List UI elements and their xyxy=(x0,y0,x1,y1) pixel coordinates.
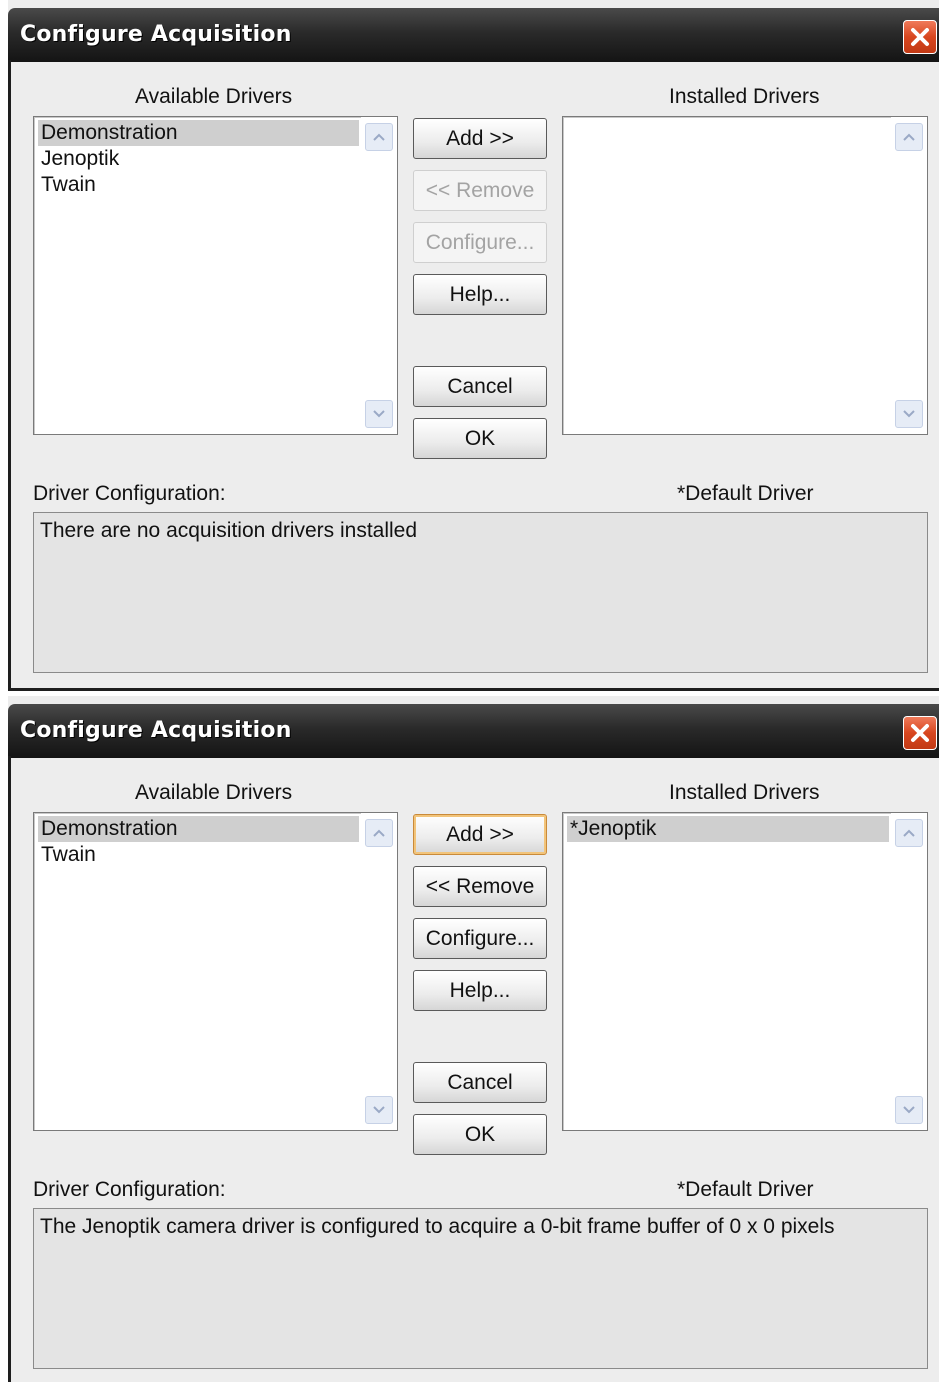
chevron-up-icon xyxy=(903,133,915,141)
chevron-down-icon xyxy=(903,1106,915,1114)
remove-button[interactable]: << Remove xyxy=(413,170,547,211)
scroll-down-button[interactable] xyxy=(365,400,393,428)
installed-drivers-list[interactable] xyxy=(562,116,928,435)
scrollbar[interactable] xyxy=(361,813,397,1130)
scroll-down-button[interactable] xyxy=(895,1096,923,1124)
help-button[interactable]: Help... xyxy=(413,970,547,1011)
configure-button[interactable]: Configure... xyxy=(413,222,547,263)
configure-acquisition-dialog: Configure Acquisition Available Drivers … xyxy=(0,0,939,691)
chevron-down-icon xyxy=(373,1106,385,1114)
available-drivers-list[interactable]: Demonstration Jenoptik Twain xyxy=(33,116,398,435)
default-driver-note: *Default Driver xyxy=(677,1178,814,1201)
driver-configuration-label: Driver Configuration: xyxy=(33,1178,226,1201)
chevron-up-icon xyxy=(373,133,385,141)
title-bar[interactable]: Configure Acquisition xyxy=(8,8,939,62)
add-button[interactable]: Add >> xyxy=(413,118,547,159)
close-button[interactable] xyxy=(903,20,937,54)
help-button[interactable]: Help... xyxy=(413,274,547,315)
driver-configuration-box: The Jenoptik camera driver is configured… xyxy=(33,1208,928,1369)
driver-configuration-label: Driver Configuration: xyxy=(33,482,226,505)
close-button[interactable] xyxy=(903,716,937,750)
list-item[interactable]: Twain xyxy=(38,842,359,868)
configure-button[interactable]: Configure... xyxy=(413,918,547,959)
dialog-title: Configure Acquisition xyxy=(20,22,292,47)
list-item[interactable]: *Jenoptik xyxy=(567,816,889,842)
chevron-up-icon xyxy=(903,829,915,837)
default-driver-note: *Default Driver xyxy=(677,482,814,505)
installed-drivers-list[interactable]: *Jenoptik xyxy=(562,812,928,1131)
scroll-up-button[interactable] xyxy=(895,819,923,847)
list-item[interactable]: Demonstration xyxy=(38,816,359,842)
installed-drivers-label: Installed Drivers xyxy=(669,781,820,804)
scroll-up-button[interactable] xyxy=(895,123,923,151)
remove-button[interactable]: << Remove xyxy=(413,866,547,907)
scrollbar[interactable] xyxy=(891,117,927,434)
scrollbar[interactable] xyxy=(361,117,397,434)
chevron-down-icon xyxy=(903,410,915,418)
driver-configuration-text: The Jenoptik camera driver is configured… xyxy=(40,1215,835,1238)
scroll-up-button[interactable] xyxy=(365,123,393,151)
installed-drivers-label: Installed Drivers xyxy=(669,85,820,108)
scroll-down-button[interactable] xyxy=(365,1096,393,1124)
driver-configuration-text: There are no acquisition drivers install… xyxy=(40,519,418,542)
cancel-button[interactable]: Cancel xyxy=(413,1062,547,1103)
ok-button[interactable]: OK xyxy=(413,418,547,459)
chevron-up-icon xyxy=(373,829,385,837)
chevron-down-icon xyxy=(373,410,385,418)
ok-button[interactable]: OK xyxy=(413,1114,547,1155)
list-item[interactable]: Demonstration xyxy=(38,120,359,146)
available-drivers-list[interactable]: Demonstration Twain xyxy=(33,812,398,1131)
dialog-title: Configure Acquisition xyxy=(20,718,292,743)
list-item[interactable]: Jenoptik xyxy=(38,146,359,172)
cancel-button[interactable]: Cancel xyxy=(413,366,547,407)
available-drivers-label: Available Drivers xyxy=(135,781,293,804)
scroll-down-button[interactable] xyxy=(895,400,923,428)
close-icon xyxy=(911,28,929,46)
driver-configuration-box: There are no acquisition drivers install… xyxy=(33,512,928,673)
title-bar[interactable]: Configure Acquisition xyxy=(8,704,939,758)
add-button[interactable]: Add >> xyxy=(413,814,547,855)
scroll-up-button[interactable] xyxy=(365,819,393,847)
configure-acquisition-dialog: Configure Acquisition Available Drivers … xyxy=(0,696,939,1382)
available-drivers-label: Available Drivers xyxy=(135,85,293,108)
scrollbar[interactable] xyxy=(891,813,927,1130)
list-item[interactable]: Twain xyxy=(38,172,359,198)
close-icon xyxy=(911,724,929,742)
